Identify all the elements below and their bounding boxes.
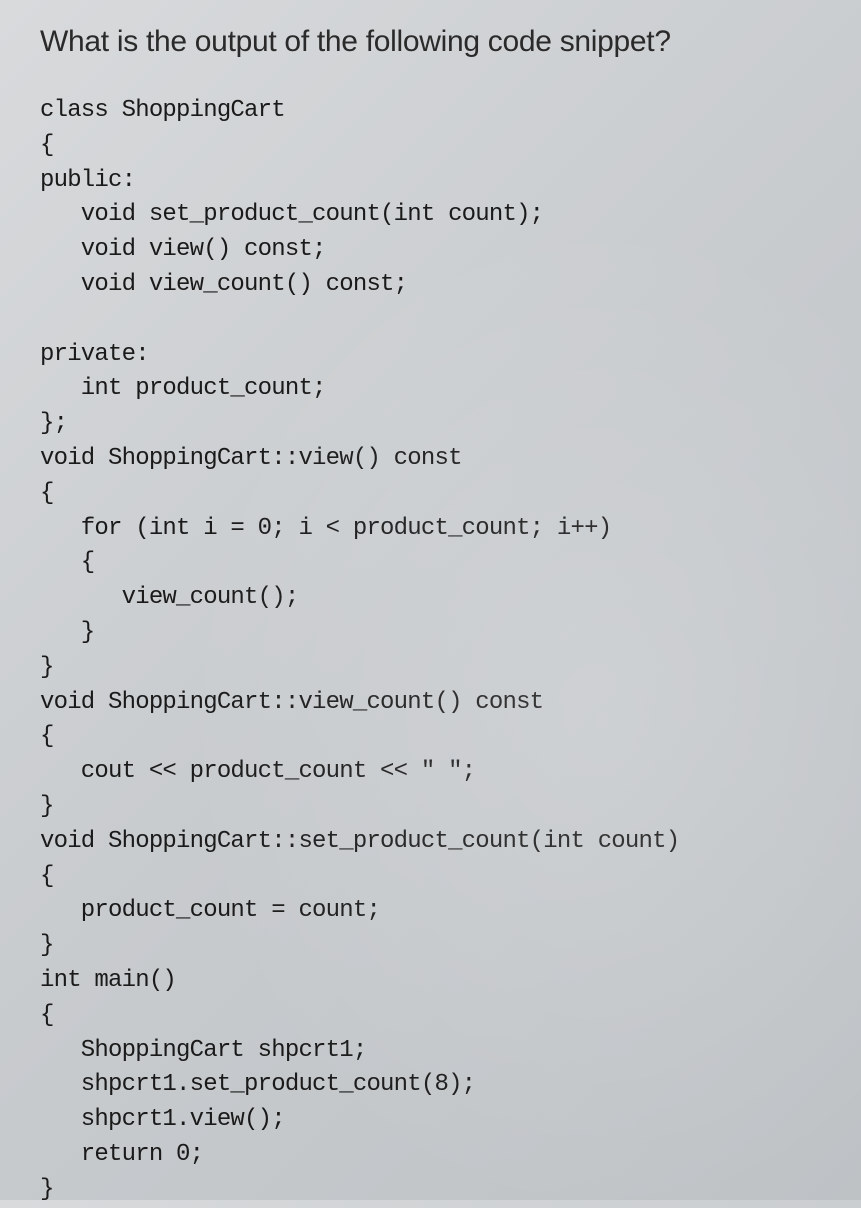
code-snippet: class ShoppingCart { public: void set_pr…	[40, 94, 821, 1208]
question-title: What is the output of the following code…	[40, 25, 821, 59]
